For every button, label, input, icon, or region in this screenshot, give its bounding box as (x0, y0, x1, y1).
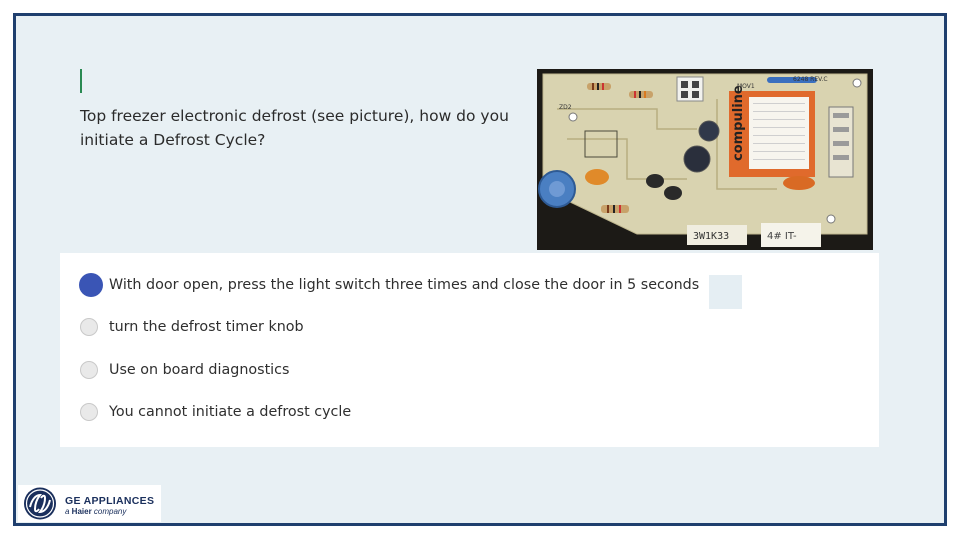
radio-unselected-icon[interactable] (80, 318, 98, 336)
ge-monogram-icon (24, 487, 56, 520)
board-zd-label: ZD2 (559, 104, 572, 111)
board-rev-label: 6248 REV.C (793, 76, 828, 83)
radio-unselected-icon[interactable] (80, 361, 98, 379)
board-sticker-id: 3W1K33 (693, 231, 729, 242)
answer-option-4[interactable]: You cannot initiate a defrost cycle (80, 400, 351, 424)
answer-options-panel: With door open, press the light switch t… (60, 253, 879, 447)
answer-option-1[interactable]: With door open, press the light switch t… (79, 273, 700, 297)
ge-appliances-logo: GE APPLIANCES a Haier company (18, 485, 161, 522)
circuit-board-image: compuline 3W1K33 4# IT- 6248 REV.C MOV1 … (537, 69, 873, 250)
circuit-board-photo-icon: compuline 3W1K33 4# IT- 6248 REV.C MOV1 … (538, 73, 868, 247)
accent-bar (80, 69, 82, 93)
board-sticker-handwriting: 4# IT- (767, 231, 797, 242)
answer-option-label: With door open, press the light switch t… (109, 277, 700, 293)
brand-tagline: a Haier company (65, 507, 127, 516)
answer-option-label: turn the defrost timer knob (109, 319, 304, 335)
radio-selected-icon[interactable] (79, 273, 103, 297)
answer-option-label: You cannot initiate a defrost cycle (109, 404, 352, 420)
hover-highlight (709, 275, 742, 309)
answer-option-label: Use on board diagnostics (109, 362, 290, 378)
brand-name: GE APPLIANCES (65, 495, 155, 507)
answer-option-3[interactable]: Use on board diagnostics (80, 358, 289, 382)
board-mov-label: MOV1 (737, 83, 755, 90)
radio-unselected-icon[interactable] (80, 403, 98, 421)
question-text: Top freezer electronic defrost (see pict… (80, 107, 509, 149)
chip-brand-label: compuline (731, 85, 746, 161)
answer-option-2[interactable]: turn the defrost timer knob (80, 315, 304, 339)
